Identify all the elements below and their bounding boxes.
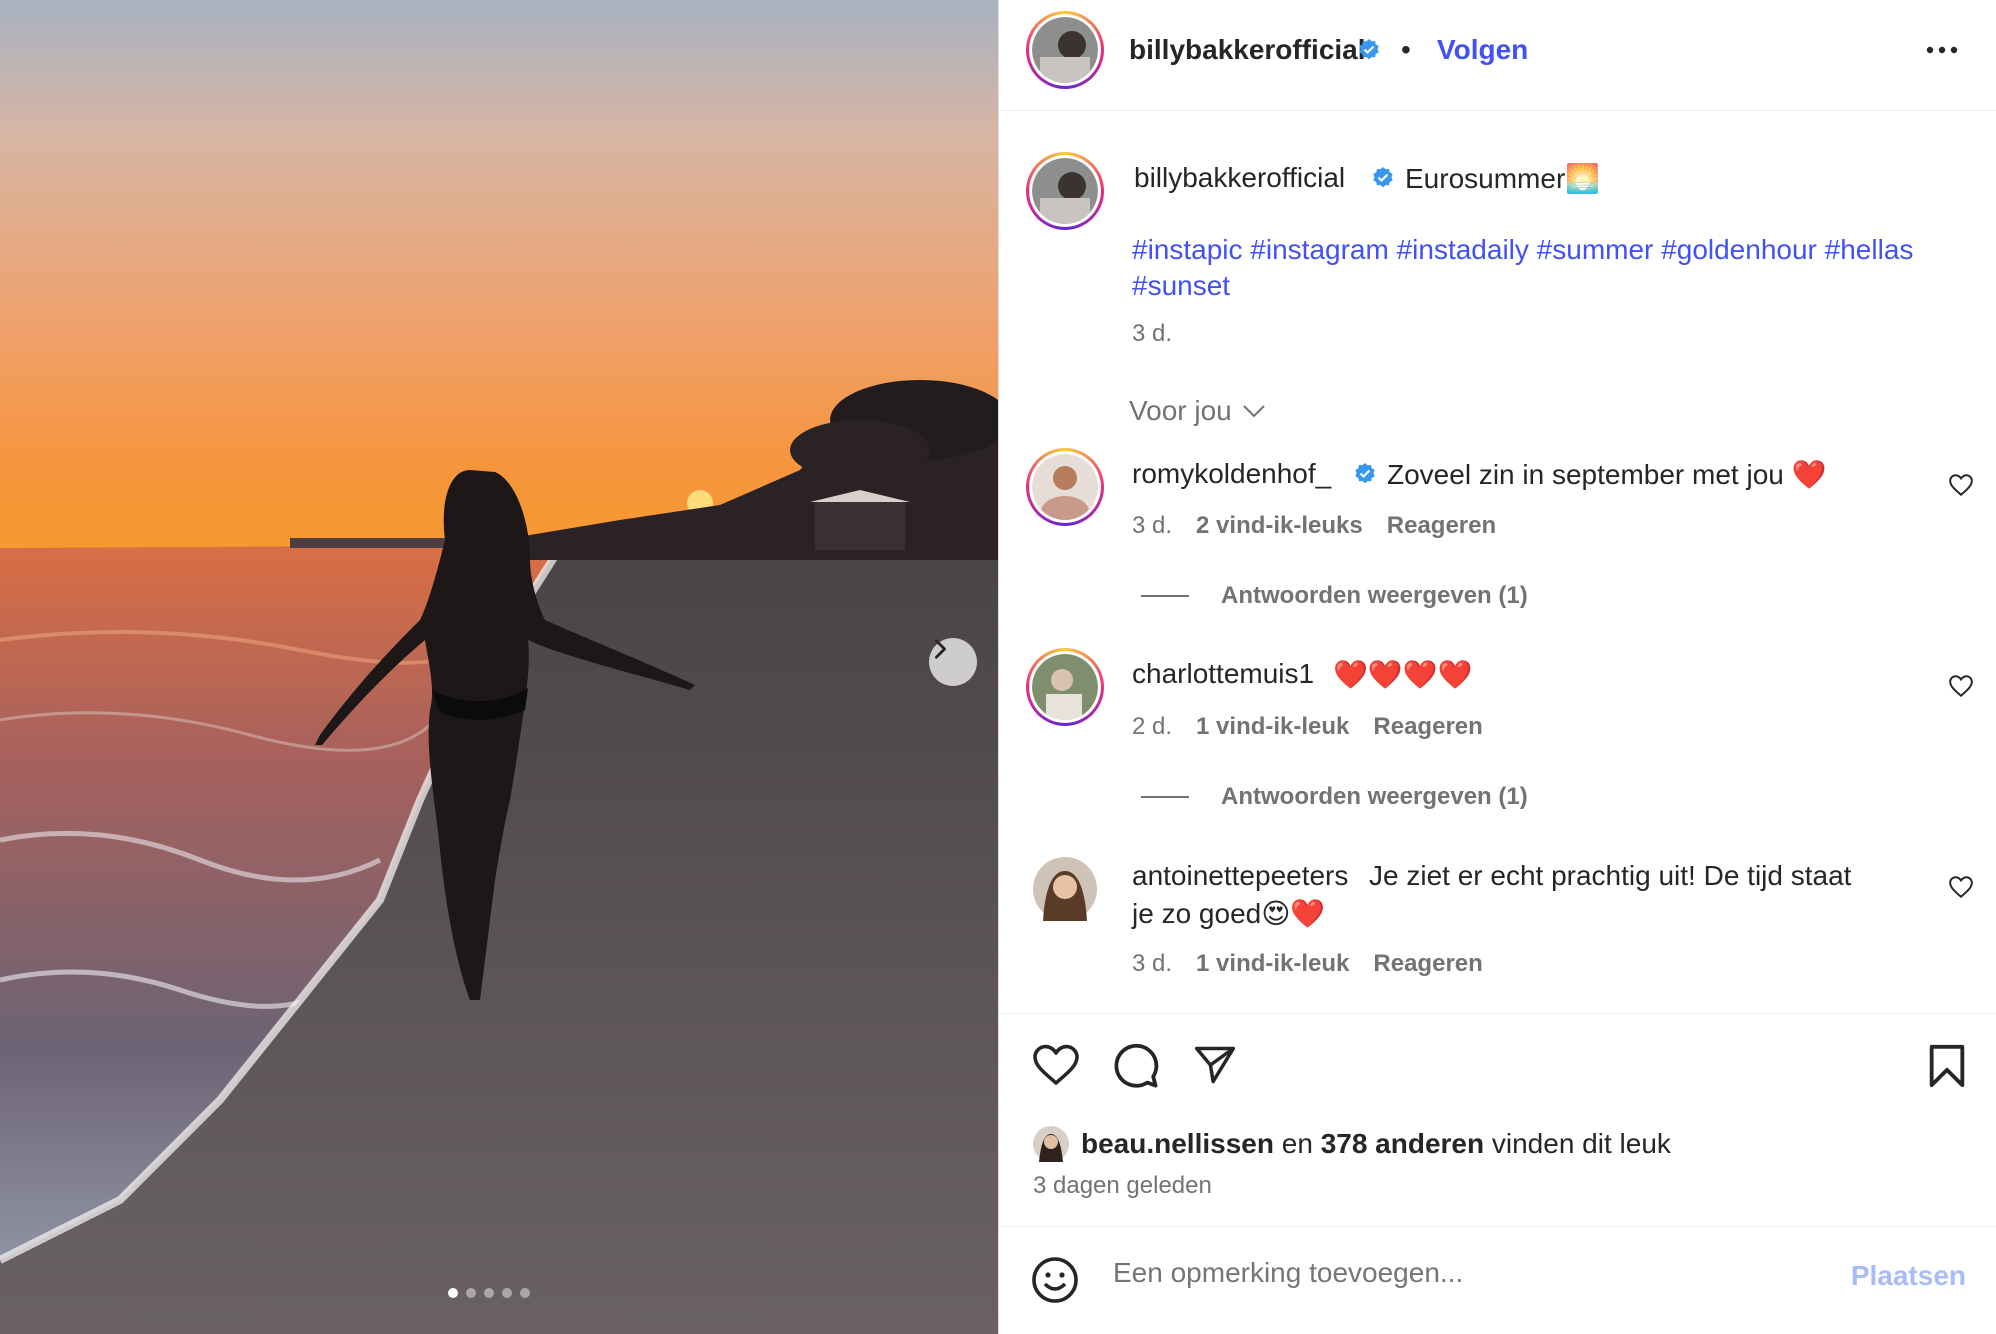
share-icon[interactable] xyxy=(1192,1043,1238,1087)
more-options-icon[interactable] xyxy=(1924,38,1960,62)
avatar-image xyxy=(1032,654,1098,720)
caption-hashtags: #instapic #instagram #instadaily #summer… xyxy=(1132,234,1972,266)
liker-username[interactable]: beau.nellissen xyxy=(1081,1128,1274,1159)
author-username[interactable]: billybakkerofficial xyxy=(1129,34,1366,66)
hashtag-link[interactable]: #goldenhour xyxy=(1661,234,1817,265)
others-count[interactable]: 378 anderen xyxy=(1321,1128,1484,1159)
likes-summary: beau.nellissen en 378 anderen vinden dit… xyxy=(1081,1128,1671,1160)
next-photo-button[interactable] xyxy=(929,638,977,686)
chevron-right-icon xyxy=(934,639,946,659)
comment-text-continued: je zo goed😍❤️ xyxy=(1132,898,1326,929)
comment-sort-dropdown[interactable]: Voor jou xyxy=(1129,395,1266,427)
verified-icon xyxy=(1373,167,1393,188)
post-header: billybakkerofficial • Volgen xyxy=(999,0,1996,111)
post-timestamp[interactable]: 3 dagen geleden xyxy=(1033,1172,1212,1200)
carousel-indicator xyxy=(448,1288,530,1298)
comment-time[interactable]: 3 d. xyxy=(1132,950,1172,978)
comment-meta: 3 d. 2 vind-ik-leuks Reageren xyxy=(1132,512,1496,540)
commenter-avatar[interactable] xyxy=(1026,448,1104,526)
hashtag-link[interactable]: #sunset xyxy=(1132,270,1230,301)
section-divider xyxy=(999,1013,1996,1014)
comment-likes[interactable]: 1 vind-ik-leuk xyxy=(1196,950,1349,978)
commenter-avatar[interactable] xyxy=(1033,857,1097,921)
verified-icon xyxy=(1355,463,1375,484)
avatar-image xyxy=(1032,158,1098,224)
bookmark-icon[interactable] xyxy=(1927,1043,1967,1089)
caption-hashtags-line2: #sunset xyxy=(1132,270,1230,302)
section-divider xyxy=(999,1226,1996,1227)
post-photo[interactable] xyxy=(0,0,998,1334)
likes-connector: en xyxy=(1281,1128,1313,1159)
liker-avatar[interactable] xyxy=(1033,1126,1069,1162)
replies-divider xyxy=(1141,595,1189,597)
comment-icon[interactable] xyxy=(1112,1042,1160,1090)
emoji-icon[interactable] xyxy=(1031,1256,1079,1304)
hashtag-link[interactable]: #hellas xyxy=(1825,234,1914,265)
sunset-beach-image xyxy=(0,380,998,1334)
comment-text: Zoveel zin in september met jou ❤️ xyxy=(1387,459,1827,490)
commenter-avatar[interactable] xyxy=(1026,648,1104,726)
hashtag-link[interactable]: #instapic xyxy=(1132,234,1243,265)
view-replies-button[interactable]: Antwoorden weergeven (1) xyxy=(1221,582,1528,610)
sort-label: Voor jou xyxy=(1129,395,1232,426)
comment-time[interactable]: 3 d. xyxy=(1132,512,1172,540)
author-avatar[interactable] xyxy=(1026,11,1104,89)
comment-like-icon[interactable] xyxy=(1948,472,1974,498)
caption-time[interactable]: 3 d. xyxy=(1132,320,1172,348)
hashtag-link[interactable]: #instagram xyxy=(1250,234,1389,265)
reply-button[interactable]: Reageren xyxy=(1373,713,1482,741)
comment-text: ❤️❤️❤️❤️ xyxy=(1333,659,1473,690)
carousel-dot xyxy=(466,1288,476,1298)
comment-likes[interactable]: 2 vind-ik-leuks xyxy=(1196,512,1363,540)
view-replies-button[interactable]: Antwoorden weergeven (1) xyxy=(1221,783,1528,811)
caption-avatar[interactable] xyxy=(1026,152,1104,230)
like-icon[interactable] xyxy=(1032,1043,1080,1087)
reply-button[interactable]: Reageren xyxy=(1387,512,1496,540)
replies-divider xyxy=(1141,796,1189,798)
commenter-username[interactable]: charlottemuis1 xyxy=(1132,658,1314,690)
comment-like-icon[interactable] xyxy=(1948,874,1974,900)
chevron-down-icon xyxy=(1243,405,1265,418)
hashtag-link[interactable]: #summer xyxy=(1537,234,1654,265)
carousel-dot xyxy=(448,1288,458,1298)
verified-icon xyxy=(1359,39,1379,60)
post-details-panel: billybakkerofficial • Volgen billybakker… xyxy=(998,0,1996,1334)
avatar-image xyxy=(1032,454,1098,520)
carousel-dot xyxy=(502,1288,512,1298)
comment-time[interactable]: 2 d. xyxy=(1132,713,1172,741)
likes-suffix: vinden dit leuk xyxy=(1491,1128,1671,1159)
post-comment-button[interactable]: Plaatsen xyxy=(1851,1260,1966,1292)
carousel-dot xyxy=(484,1288,494,1298)
comment-text: Je ziet er echt prachtig uit! De tijd st… xyxy=(1369,860,1852,891)
comment-likes[interactable]: 1 vind-ik-leuk xyxy=(1196,713,1349,741)
hashtag-link[interactable]: #instadaily xyxy=(1397,234,1529,265)
follow-button[interactable]: Volgen xyxy=(1437,34,1528,66)
avatar-image xyxy=(1032,17,1098,83)
comment-input[interactable] xyxy=(1111,1256,1715,1290)
commenter-username[interactable]: antoinettepeeters xyxy=(1132,860,1348,892)
comment-like-icon[interactable] xyxy=(1948,673,1974,699)
carousel-dot xyxy=(520,1288,530,1298)
commenter-username[interactable]: romykoldenhof_ xyxy=(1132,458,1331,490)
comment-meta: 2 d. 1 vind-ik-leuk Reageren xyxy=(1132,713,1483,741)
separator-dot: • xyxy=(1401,34,1411,65)
caption-text: Eurosummer🌅 xyxy=(1405,163,1601,194)
caption-username[interactable]: billybakkerofficial xyxy=(1134,162,1345,194)
reply-button[interactable]: Reageren xyxy=(1373,950,1482,978)
comment-meta: 3 d. 1 vind-ik-leuk Reageren xyxy=(1132,950,1483,978)
